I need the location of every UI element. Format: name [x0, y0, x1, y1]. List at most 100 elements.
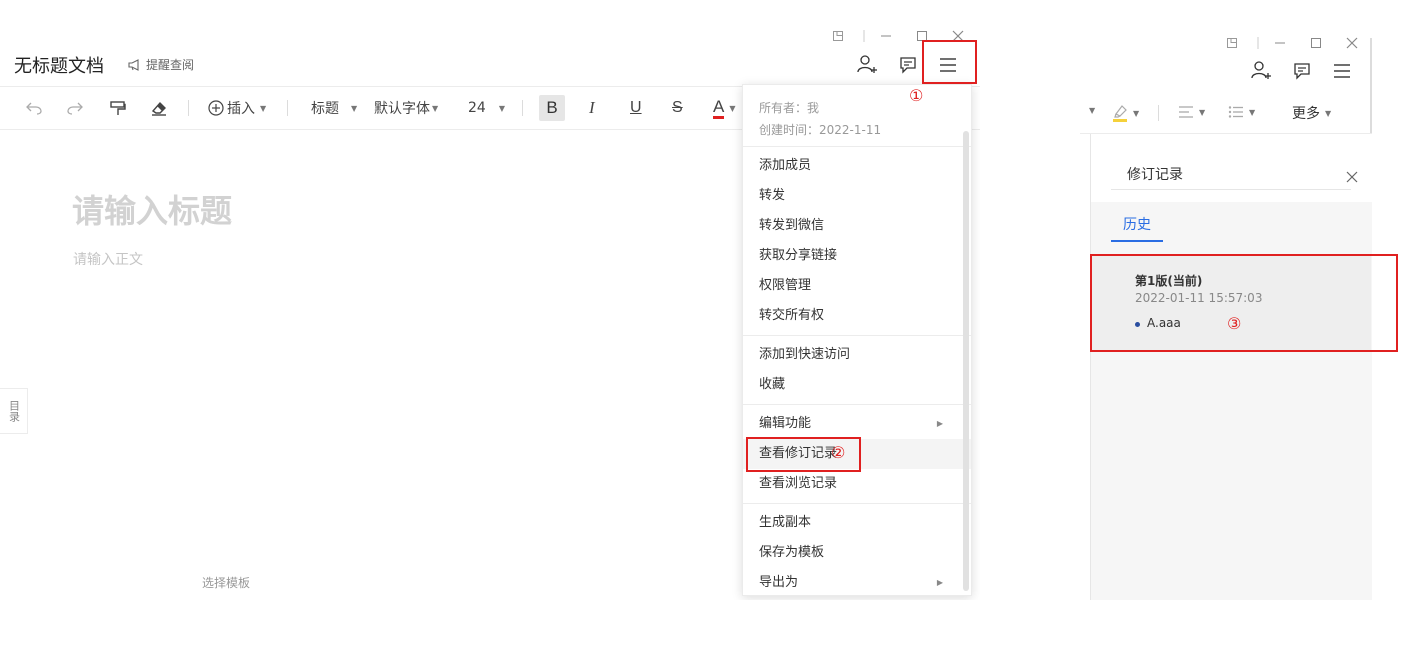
toolbar-separator — [1158, 105, 1159, 121]
clear-format-icon[interactable] — [151, 87, 167, 129]
strikethrough-label: S — [672, 99, 683, 116]
redo-icon[interactable] — [67, 87, 83, 129]
revision-panel-title: 修订记录 — [1111, 164, 1351, 190]
add-collaborator-button[interactable] — [1248, 56, 1276, 84]
menu-item-forward[interactable]: 转发 — [743, 181, 971, 211]
menu-item-view-history[interactable]: 查看浏览记录 — [743, 469, 971, 499]
insert-label: 插入 — [227, 101, 255, 117]
close-panel-icon[interactable] — [1346, 171, 1358, 183]
title-placeholder[interactable]: 请输入标题 — [72, 186, 232, 232]
font-color-label: A — [713, 97, 725, 119]
align-left-icon — [1178, 106, 1194, 118]
menu-group-export: 生成副本 保存为模板 导出为 ▶ — [743, 504, 971, 600]
menu-item-export[interactable]: 导出为 ▶ — [743, 568, 971, 598]
revision-history-panel: 修订记录 历史 第1版(当前) 2022-01-11 15:57:03 A.aa… — [1090, 134, 1372, 600]
close-window-icon[interactable] — [1344, 36, 1360, 50]
body-placeholder[interactable]: 请输入正文 — [73, 249, 143, 269]
font-size-dropdown[interactable]: 24 ▼ — [468, 87, 505, 129]
created-time-text: 创建时间：2022-1-11 — [759, 123, 882, 137]
caret-down-icon: ▼ — [351, 103, 358, 113]
undo-icon[interactable] — [26, 87, 42, 129]
caret-down-icon: ▼ — [1133, 108, 1140, 118]
menu-item-forward-wechat[interactable]: 转发到微信 — [743, 211, 971, 241]
remind-review-button[interactable]: 提醒查阅 — [128, 56, 194, 73]
remind-review-label: 提醒查阅 — [146, 58, 195, 72]
toolbar-separator — [188, 100, 189, 116]
font-color-button[interactable]: A ▼ — [713, 87, 736, 129]
menu-group-share: 添加成员 转发 转发到微信 获取分享链接 权限管理 转交所有权 — [743, 147, 971, 336]
insert-dropdown[interactable]: 插入 ▼ — [208, 87, 266, 129]
menu-item-edit-features-label: 编辑功能 — [759, 416, 812, 431]
window-divider — [1250, 36, 1266, 50]
plus-circle-icon — [208, 100, 224, 116]
minimize-icon[interactable] — [878, 28, 894, 44]
add-user-icon — [857, 54, 879, 74]
menu-item-export-label: 导出为 — [759, 575, 799, 590]
caret-down-icon: ▼ — [1199, 107, 1206, 117]
add-user-icon — [1251, 60, 1273, 80]
tab-active-indicator — [1111, 240, 1163, 242]
highlight-button[interactable]: ▼ — [1112, 104, 1139, 122]
submenu-arrow-icon: ▶ — [936, 578, 943, 587]
italic-button[interactable]: I — [589, 87, 595, 129]
tab-history[interactable]: 历史 — [1123, 214, 1151, 234]
bold-button[interactable]: B — [539, 87, 565, 129]
pin-window-icon[interactable] — [830, 28, 846, 44]
caret-down-icon: ▼ — [729, 103, 736, 113]
bold-label: B — [539, 95, 565, 121]
paragraph-style-dropdown[interactable]: 标题 ▼ — [311, 87, 357, 129]
megaphone-icon — [128, 58, 142, 71]
menu-item-favorite[interactable]: 收藏 — [743, 370, 971, 400]
hamburger-menu-icon — [1333, 64, 1351, 78]
revision-panel-header: 修订记录 — [1091, 134, 1372, 202]
menu-scrollbar[interactable] — [963, 131, 969, 591]
menu-group-favorites: 添加到快速访问 收藏 — [743, 336, 971, 405]
menu-item-share-link[interactable]: 获取分享链接 — [743, 241, 971, 271]
comments-button[interactable] — [894, 51, 922, 79]
caret-down-icon: ▼ — [498, 103, 505, 113]
menu-item-edit-features[interactable]: 编辑功能 ▶ — [743, 409, 971, 439]
font-family-dropdown[interactable]: 默认字体 ▼ — [374, 87, 438, 129]
menu-item-add-member[interactable]: 添加成员 — [743, 151, 971, 181]
document-info: 所有者：我 创建时间：2022-1-11 — [743, 85, 971, 147]
paragraph-style-label: 标题 — [311, 101, 339, 117]
formatting-toolbar: ▼ ▼ ▼ ▼ 更多 ▼ — [1080, 92, 1372, 134]
comment-icon — [899, 56, 917, 74]
menu-item-quick-access[interactable]: 添加到快速访问 — [743, 340, 971, 370]
menu-item-permissions[interactable]: 权限管理 — [743, 271, 971, 301]
menu-item-transfer-ownership[interactable]: 转交所有权 — [743, 301, 971, 331]
bullet-list-icon — [1228, 106, 1244, 118]
table-of-contents-tab[interactable]: 目录 — [0, 388, 28, 434]
caret-down-icon: ▼ — [1089, 106, 1096, 115]
align-dropdown[interactable]: ▼ — [1178, 106, 1205, 118]
pin-window-icon[interactable] — [1224, 36, 1240, 50]
caret-down-icon: ▼ — [1325, 108, 1332, 118]
font-size-label: 24 — [468, 100, 486, 116]
more-menu-button[interactable] — [1328, 57, 1356, 85]
menu-item-save-template[interactable]: 保存为模板 — [743, 538, 971, 568]
annotation-number-2: ② — [831, 443, 846, 462]
document-editor-window: 无标题文档 提醒查阅 插入 ▼ 标题 ▼ 默认字体 ▼ 24 ▼ B I U S… — [0, 0, 980, 600]
underline-label: U — [630, 99, 642, 116]
annotation-box-1 — [922, 40, 977, 84]
more-options-menu: 所有者：我 创建时间：2022-1-11 添加成员 转发 转发到微信 获取分享链… — [742, 84, 972, 596]
menu-item-duplicate[interactable]: 生成副本 — [743, 508, 971, 538]
caret-down-icon: ▼ — [260, 103, 267, 113]
maximize-icon[interactable] — [1308, 36, 1324, 50]
document-title[interactable]: 无标题文档 — [14, 52, 104, 78]
comment-icon — [1293, 62, 1311, 80]
underline-button[interactable]: U — [630, 87, 642, 129]
choose-template-link[interactable]: 选择模板 — [202, 574, 250, 591]
more-tools-dropdown[interactable]: 更多 ▼ — [1292, 103, 1331, 123]
comments-button[interactable] — [1288, 57, 1316, 85]
more-tools-label: 更多 — [1292, 106, 1320, 122]
minimize-icon[interactable] — [1272, 36, 1288, 50]
list-dropdown[interactable]: ▼ — [1228, 106, 1255, 118]
caret-down-icon: ▼ — [1249, 107, 1256, 117]
strikethrough-button[interactable]: S — [672, 87, 683, 129]
add-collaborator-button[interactable] — [854, 50, 882, 78]
caret-down-icon: ▼ — [432, 103, 439, 113]
toolbar-separator — [522, 100, 523, 116]
format-painter-icon[interactable] — [110, 87, 126, 129]
annotation-number-1: ① — [909, 86, 924, 105]
